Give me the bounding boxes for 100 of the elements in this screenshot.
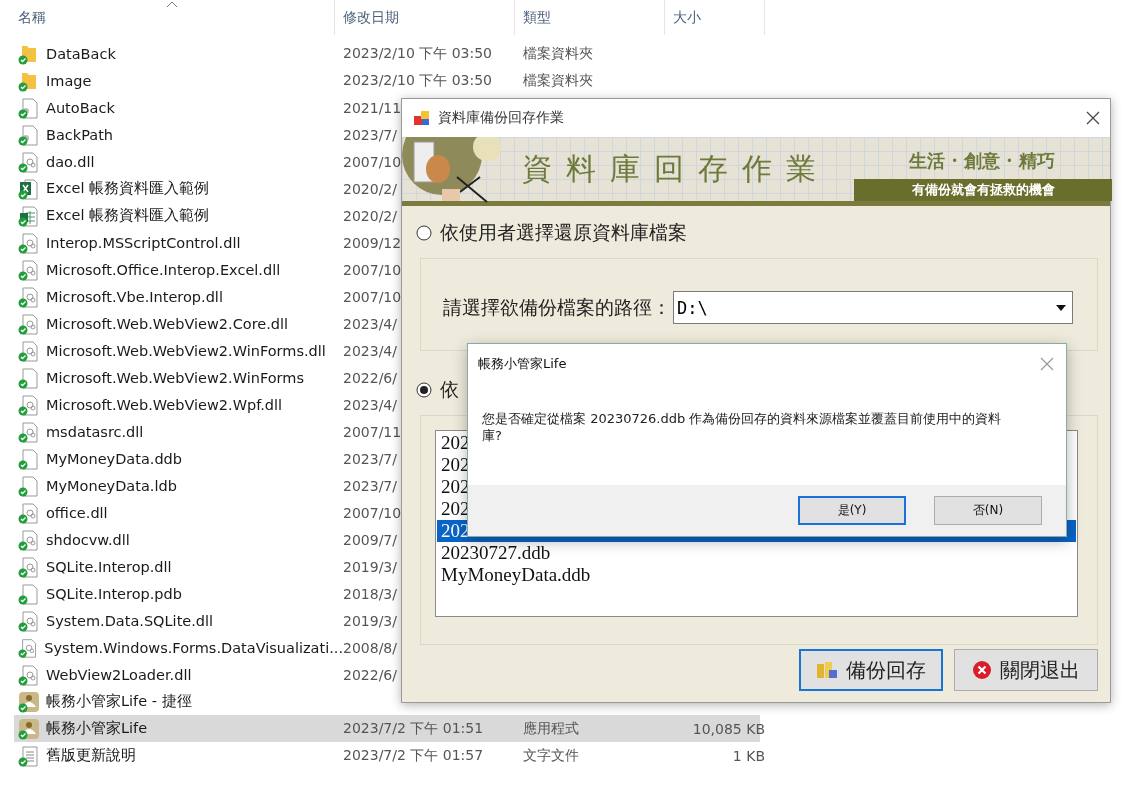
file-name: Microsoft.Web.WebView2.Wpf.dll: [46, 396, 283, 413]
file-name: Interop.MSScriptControl.dll: [46, 234, 241, 251]
modified-date: 2022/6/: [343, 369, 397, 386]
file-name: Microsoft.Web.WebView2.WinForms: [46, 369, 304, 386]
modified-date: 2023/7/2 下午 01:57: [343, 746, 484, 765]
file-type: 檔案資料夾: [523, 71, 593, 90]
list-item[interactable]: MyMoneyData.ddb: [437, 564, 1076, 586]
modified-date: 2009/7/: [343, 531, 397, 548]
file-name: Microsoft.Vbe.Interop.dll: [46, 288, 223, 305]
modified-date: 2022/6/: [343, 666, 397, 683]
file-icon: [18, 123, 40, 146]
modified-date: 2009/12: [343, 234, 402, 251]
file-name: 帳務小管家Life: [46, 719, 148, 738]
column-header[interactable]: 修改日期: [343, 8, 399, 27]
radio-button[interactable]: [416, 225, 432, 241]
column-header[interactable]: 大小: [673, 8, 701, 27]
file-type: 應用程式: [523, 719, 579, 738]
file-name: WebView2Loader.dll: [46, 666, 192, 683]
file-name: BackPath: [46, 126, 114, 143]
spreadsheet-icon: [18, 177, 40, 200]
file-name: Image: [46, 72, 92, 89]
list-item[interactable]: 20230727.ddb: [437, 542, 1076, 564]
database-icon: [816, 660, 838, 680]
modified-date: 2023/2/10 下午 03:50: [343, 44, 493, 63]
file-name: SQLite.Interop.pdb: [46, 585, 182, 602]
file-size: 1 KB: [732, 747, 765, 764]
gear-file-icon: [18, 231, 40, 254]
banner-slogan: 生活 · 創意 · 精巧: [909, 149, 1055, 173]
app-icon: [414, 110, 430, 126]
yes-button[interactable]: 是(Y): [798, 496, 906, 525]
modified-date: 2021/11: [343, 99, 402, 116]
modified-date: 2023/7/: [343, 450, 397, 467]
file-name: MyMoneyData.ddb: [46, 450, 182, 467]
file-name: msdatasrc.dll: [46, 423, 144, 440]
message-text: 您是否確定從檔案 20230726.ddb 作為備份回存的資料來源檔案並覆蓋目前使用中的資料庫?: [482, 410, 1003, 445]
banner-heading: 資料庫回存作業: [522, 149, 830, 188]
file-icon: [18, 474, 40, 497]
file-icon: [18, 447, 40, 470]
modified-date: 2023/7/: [343, 126, 397, 143]
file-name: shdocvw.dll: [46, 531, 130, 548]
modified-date: 2023/2/10 下午 03:50: [343, 71, 493, 90]
path-label: 請選擇欲備份檔案的路徑：: [443, 294, 671, 320]
no-button[interactable]: 否(N): [934, 496, 1042, 525]
file-name: Microsoft.Office.Interop.Excel.dll: [46, 261, 281, 278]
file-name: AutoBack: [46, 99, 115, 116]
gear-file-icon: [18, 501, 40, 524]
gear-file-icon: [18, 555, 40, 578]
column-header[interactable]: 類型: [523, 8, 551, 27]
modified-date: 2007/10: [343, 504, 402, 521]
file-name: DataBack: [46, 45, 116, 62]
radio-button[interactable]: [416, 382, 432, 398]
gear-file-icon: [18, 312, 40, 335]
text-file-icon: [18, 744, 40, 767]
column-header[interactable]: 名稱: [18, 8, 46, 27]
radio-label: 依使用者選擇還原資料庫檔案: [440, 220, 687, 245]
modified-date: 2018/3/: [343, 585, 397, 602]
file-icon: [18, 366, 40, 389]
gear-file-icon: [18, 528, 40, 551]
file-name: Microsoft.Web.WebView2.Core.dll: [46, 315, 289, 332]
file-name: System.Data.SQLite.dll: [46, 612, 214, 629]
modified-date: 2023/4/: [343, 396, 397, 413]
spreadsheet-icon: [18, 204, 40, 227]
file-row[interactable]: System.Data.SQLite.dll 2019/3/: [14, 607, 760, 634]
gear-file-icon: [18, 150, 40, 173]
modified-date: 2019/3/: [343, 558, 397, 575]
file-row[interactable]: 帳務小管家Life - 捷徑: [14, 688, 760, 715]
file-row[interactable]: Image 2023/2/10 下午 03:50 檔案資料夾: [14, 67, 760, 94]
app-icon: [18, 717, 40, 740]
gear-file-icon: [18, 420, 40, 443]
file-name: Excel 帳務資料匯入範例: [46, 179, 210, 198]
close-icon[interactable]: [1086, 111, 1100, 125]
file-row[interactable]: System.Windows.Forms.DataVisualizati...2008/8/: [14, 634, 760, 661]
banner-tagline: 有備份就會有拯救的機會: [854, 179, 1112, 201]
file-row[interactable]: DataBack 2023/2/10 下午 03:50 檔案資料夾: [14, 40, 760, 67]
gear-file-icon: [18, 393, 40, 416]
modified-date: 2007/10: [343, 261, 402, 278]
close-button[interactable]: 關閉退出: [954, 649, 1098, 691]
file-name: SQLite.Interop.dll: [46, 558, 172, 575]
modified-date: 2007/10: [343, 288, 402, 305]
modified-date: 2020/2/: [343, 180, 397, 197]
file-name: 帳務小管家Life - 捷徑: [46, 692, 192, 711]
file-icon: [18, 582, 40, 605]
modified-date: 2008/8/: [343, 639, 397, 656]
dropdown-arrow-icon: [1056, 304, 1066, 311]
file-name: Excel 帳務資料匯入範例: [46, 206, 210, 225]
modified-date: 2007/10: [343, 153, 402, 170]
gear-file-icon: [18, 339, 40, 362]
file-row[interactable]: WebView2Loader.dll 2022/6/: [14, 661, 760, 688]
restore-button[interactable]: 備份回存: [799, 649, 943, 691]
close-icon: [972, 660, 992, 680]
gear-file-icon: [18, 636, 39, 659]
modified-date: 2023/4/: [343, 342, 397, 359]
gear-file-icon: [18, 609, 40, 632]
file-type: 文字文件: [523, 746, 579, 765]
modified-date: 2019/3/: [343, 612, 397, 629]
window-title: 資料庫備份回存作業: [438, 109, 565, 127]
path-dropdown[interactable]: D:\: [673, 291, 1073, 324]
file-row[interactable]: Microsoft.Office.Interop.Excel.dll 2007/10: [14, 256, 760, 283]
gear-file-icon: [18, 663, 40, 686]
file-icon: [18, 96, 40, 119]
